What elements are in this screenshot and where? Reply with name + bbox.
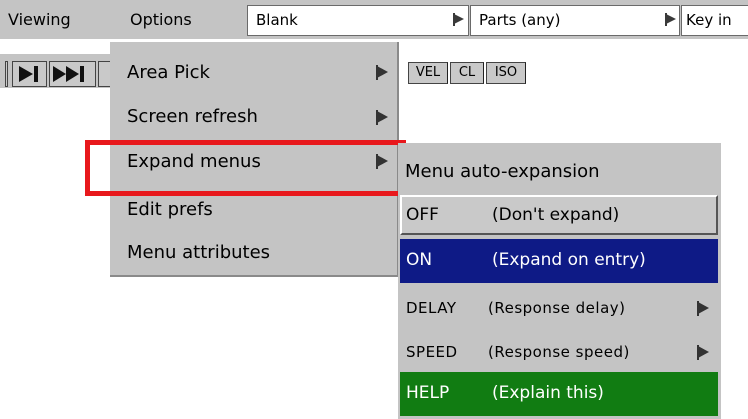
option-speed[interactable]: SPEED (Response speed): [400, 332, 718, 372]
option-off[interactable]: OFF (Don't expand): [400, 195, 718, 235]
fast-forward-icon[interactable]: [49, 61, 96, 87]
menu-item-label: Screen refresh: [127, 106, 258, 127]
submenu-arrow-icon: [376, 110, 388, 125]
dropdown-flag-icon: [665, 13, 676, 26]
submenu-arrow-icon: [697, 345, 709, 360]
menu-item-label: Edit prefs: [127, 199, 213, 220]
highlight-box: [85, 140, 406, 196]
option-on-key: ON: [406, 250, 433, 270]
option-delay-key: DELAY: [406, 299, 457, 317]
parts-select[interactable]: Parts (any): [470, 5, 680, 36]
menu-item-label: Menu attributes: [127, 242, 271, 263]
submenu-arrow-icon: [376, 65, 388, 80]
option-delay-desc: (Response delay): [488, 299, 626, 317]
menu-item-area-pick[interactable]: Area Pick: [127, 56, 210, 90]
option-off-desc: (Don't expand): [492, 205, 620, 225]
option-speed-key: SPEED: [406, 343, 458, 361]
option-help[interactable]: HELP (Explain this): [400, 372, 718, 416]
option-help-key: HELP: [406, 383, 450, 403]
cl-button[interactable]: CL: [450, 62, 484, 84]
parts-select-value: Parts (any): [479, 11, 561, 29]
option-on-desc: (Expand on entry): [492, 250, 646, 270]
menu-options[interactable]: Options: [122, 0, 200, 39]
option-delay[interactable]: DELAY (Response delay): [400, 288, 718, 328]
vel-button[interactable]: VEL: [408, 62, 448, 84]
submenu-arrow-icon: [697, 301, 709, 316]
key-in-field[interactable]: Key in: [681, 5, 748, 36]
menu-item-edit-prefs[interactable]: Edit prefs: [127, 193, 213, 227]
menu-item-menu-attributes[interactable]: Menu attributes: [127, 236, 270, 270]
menu-item-screen-refresh[interactable]: Screen refresh: [127, 100, 258, 134]
dropdown-flag-icon: [453, 13, 464, 26]
blank-select-value: Blank: [256, 11, 298, 29]
submenu-title: Menu auto-expansion: [405, 161, 600, 182]
iso-button[interactable]: ISO: [486, 62, 526, 84]
menu-viewing[interactable]: Viewing: [0, 0, 79, 39]
menu-item-label: Area Pick: [127, 62, 210, 83]
key-in-label: Key in: [686, 11, 732, 29]
toolbar-edge: [5, 61, 8, 87]
option-speed-desc: (Response speed): [488, 343, 630, 361]
blank-select[interactable]: Blank: [247, 5, 469, 36]
option-on[interactable]: ON (Expand on entry): [400, 239, 718, 283]
option-help-desc: (Explain this): [492, 383, 604, 403]
option-off-key: OFF: [406, 205, 439, 225]
step-end-icon[interactable]: [12, 61, 47, 87]
